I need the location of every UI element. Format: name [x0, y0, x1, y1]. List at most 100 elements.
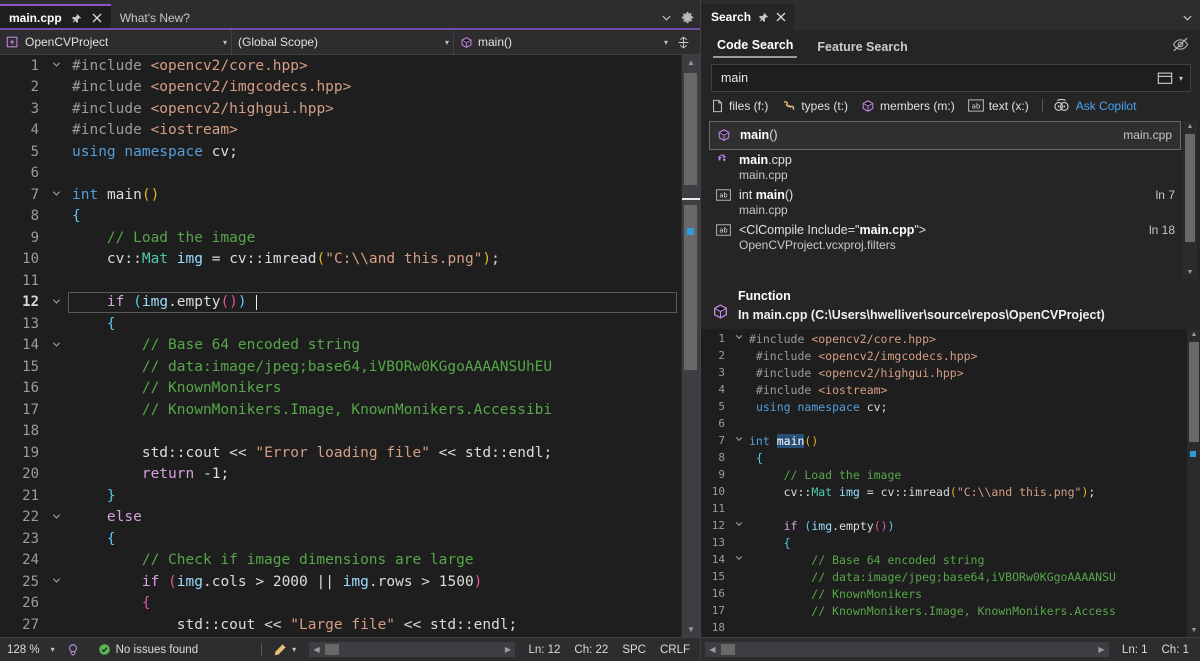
preview-line[interactable]: 16 // KnownMonikers — [701, 585, 1187, 602]
preview-line[interactable]: 12 if (img.empty()) — [701, 517, 1187, 534]
preview-hscroll-right-arrow[interactable]: ▶ — [1094, 645, 1109, 654]
results-scrollbar[interactable]: ▲ ▼ — [1183, 121, 1197, 279]
preview-line[interactable]: 14 // Base 64 encoded string — [701, 551, 1187, 568]
editor-line[interactable]: 10 cv::Mat img = cv::imread("C:\\and thi… — [0, 249, 681, 271]
editor-line[interactable]: 17 // KnownMonikers.Image, KnownMonikers… — [0, 399, 681, 421]
editor-line[interactable]: 21 } — [0, 485, 681, 507]
editor-line[interactable]: 14 // Base 64 encoded string — [0, 335, 681, 357]
editor-line[interactable]: 1#include <opencv2/core.hpp> — [0, 55, 681, 77]
fold-toggle-icon[interactable] — [44, 339, 68, 352]
editor-line[interactable]: 2#include <opencv2/imgcodecs.hpp> — [0, 77, 681, 99]
editor-line[interactable]: 18 — [0, 421, 681, 443]
search-result-item[interactable]: ab<ClCompile Include="main.cpp">ln 18Ope… — [709, 220, 1183, 255]
panel-menu-button[interactable] — [1182, 4, 1200, 30]
intellicode-icon[interactable] — [62, 638, 84, 661]
preview-line[interactable]: 2 #include <opencv2/imgcodecs.hpp> — [701, 347, 1187, 364]
editor-line[interactable]: 4#include <iostream> — [0, 120, 681, 142]
editor-line[interactable]: 11 — [0, 270, 681, 292]
search-input-wrapper[interactable]: ▾ — [711, 64, 1191, 92]
editor-line[interactable]: 27 std::cout << "Large file" << std::end… — [0, 614, 681, 636]
preview-line[interactable]: 9 // Load the image — [701, 466, 1187, 483]
ask-copilot-button[interactable]: Ask Copilot — [1053, 98, 1137, 113]
editor-line[interactable]: 8{ — [0, 206, 681, 228]
editor-line[interactable]: 5using namespace cv; — [0, 141, 681, 163]
tab-code-search[interactable]: Code Search — [713, 30, 797, 58]
preview-line[interactable]: 1#include <opencv2/core.hpp> — [701, 330, 1187, 347]
preview-layout-icon[interactable] — [1157, 70, 1173, 86]
preview-line[interactable]: 4 #include <iostream> — [701, 381, 1187, 398]
preview-hscroll-left-arrow[interactable]: ◀ — [705, 645, 720, 654]
hscroll-right-arrow[interactable]: ▶ — [500, 645, 515, 654]
editor-line[interactable]: 12 if (img.empty()) — [0, 292, 681, 314]
editor-line[interactable]: 15 // data:image/jpeg;base64,iVBORw0KGgo… — [0, 356, 681, 378]
preview-line[interactable]: 13 { — [701, 534, 1187, 551]
chevron-down-icon[interactable]: ▾ — [45, 645, 55, 654]
editor-line[interactable]: 9 // Load the image — [0, 227, 681, 249]
preview-code-area[interactable]: 1#include <opencv2/core.hpp>2 #include <… — [701, 329, 1200, 637]
preview-scroll-down-arrow[interactable]: ▼ — [1187, 625, 1200, 637]
pen-icon[interactable]: ▾ — [266, 638, 303, 661]
line-ending-indicator[interactable]: CRLF — [653, 638, 700, 661]
preview-scrollbar[interactable]: ▲ ▼ — [1187, 329, 1200, 637]
fold-toggle-icon[interactable] — [731, 520, 747, 531]
chevron-down-icon[interactable]: ▾ — [1176, 74, 1186, 83]
fold-toggle-icon[interactable] — [731, 333, 747, 344]
fold-toggle-icon[interactable] — [731, 554, 747, 565]
preview-line[interactable]: 18 — [701, 619, 1187, 636]
hscroll-thumb[interactable] — [325, 644, 339, 655]
zoom-level-control[interactable]: 128 % ▾ — [0, 638, 62, 661]
preview-line[interactable]: 3 #include <opencv2/highgui.hpp> — [701, 364, 1187, 381]
close-icon[interactable] — [776, 12, 786, 22]
preview-line[interactable]: 17 // KnownMonikers.Image, KnownMonikers… — [701, 602, 1187, 619]
editor-line[interactable]: 6 — [0, 163, 681, 185]
issues-status[interactable]: No issues found — [84, 638, 205, 661]
breadcrumb-scope-dropdown[interactable]: (Global Scope) ▾ — [232, 30, 454, 54]
preview-line[interactable]: 10 cv::Mat img = cv::imread("C:\\and thi… — [701, 483, 1187, 500]
filter-text[interactable]: ab text (x:) — [968, 99, 1029, 113]
editor-line[interactable]: 26 { — [0, 593, 681, 615]
results-scroll-down-arrow[interactable]: ▼ — [1183, 267, 1197, 279]
indentation-indicator[interactable]: SPC — [615, 638, 653, 661]
preview-line[interactable]: 8 { — [701, 449, 1187, 466]
filter-members[interactable]: members (m:) — [861, 99, 955, 113]
scroll-up-arrow[interactable]: ▲ — [682, 55, 700, 70]
breadcrumb-member-dropdown[interactable]: main() ▾ — [454, 30, 672, 54]
scroll-down-arrow[interactable]: ▼ — [682, 622, 700, 637]
search-results-list[interactable]: main()main.cppmain.cppmain.cppabint main… — [701, 121, 1183, 279]
fold-toggle-icon[interactable] — [44, 59, 68, 72]
chevron-down-icon[interactable]: ▾ — [292, 645, 296, 654]
tab-main-cpp[interactable]: main.cpp — [0, 4, 111, 30]
editor-line[interactable]: 22 else — [0, 507, 681, 529]
scroll-thumb[interactable] — [684, 73, 697, 185]
preview-horizontal-scrollbar[interactable]: ◀ ▶ — [705, 642, 1109, 657]
hscroll-left-arrow[interactable]: ◀ — [309, 645, 324, 654]
search-result-item[interactable]: main.cppmain.cpp — [709, 150, 1183, 185]
results-scroll-thumb[interactable] — [1185, 134, 1195, 242]
fold-toggle-icon[interactable] — [44, 188, 68, 201]
search-input[interactable] — [719, 70, 1157, 86]
eye-off-icon[interactable] — [1172, 36, 1189, 53]
editor-vertical-scrollbar[interactable]: ▲ ▼ — [681, 55, 700, 637]
pin-icon[interactable] — [70, 12, 83, 25]
split-view-icon[interactable] — [672, 36, 694, 49]
results-scroll-up-arrow[interactable]: ▲ — [1183, 121, 1197, 133]
editor-line[interactable]: 20 return -1; — [0, 464, 681, 486]
preview-line[interactable]: 15 // data:image/jpeg;base64,iVBORw0KGgo… — [701, 568, 1187, 585]
editor-horizontal-scrollbar[interactable]: ◀ ▶ — [309, 642, 515, 657]
preview-line[interactable]: 7int main() — [701, 432, 1187, 449]
tab-whats-new[interactable]: What's New? — [111, 6, 197, 30]
preview-lines[interactable]: 1#include <opencv2/core.hpp>2 #include <… — [701, 329, 1187, 637]
preview-line[interactable]: 11 — [701, 500, 1187, 517]
editor-line[interactable]: 19 std::cout << "Error loading file" << … — [0, 442, 681, 464]
search-result-item[interactable]: main()main.cpp — [709, 121, 1181, 150]
editor-lines[interactable]: 1#include <opencv2/core.hpp>2#include <o… — [0, 55, 681, 637]
preview-hscroll-thumb[interactable] — [721, 644, 735, 655]
editor-line[interactable]: 16 // KnownMonikers — [0, 378, 681, 400]
editor-line[interactable]: 25 if (img.cols > 2000 || img.rows > 150… — [0, 571, 681, 593]
editor-line[interactable]: 23 { — [0, 528, 681, 550]
chevron-down-icon[interactable] — [661, 12, 672, 23]
preview-scroll-thumb[interactable] — [1189, 342, 1199, 442]
preview-line[interactable]: 5 using namespace cv; — [701, 398, 1187, 415]
preview-scroll-up-arrow[interactable]: ▲ — [1187, 329, 1200, 341]
fold-toggle-icon[interactable] — [44, 575, 68, 588]
